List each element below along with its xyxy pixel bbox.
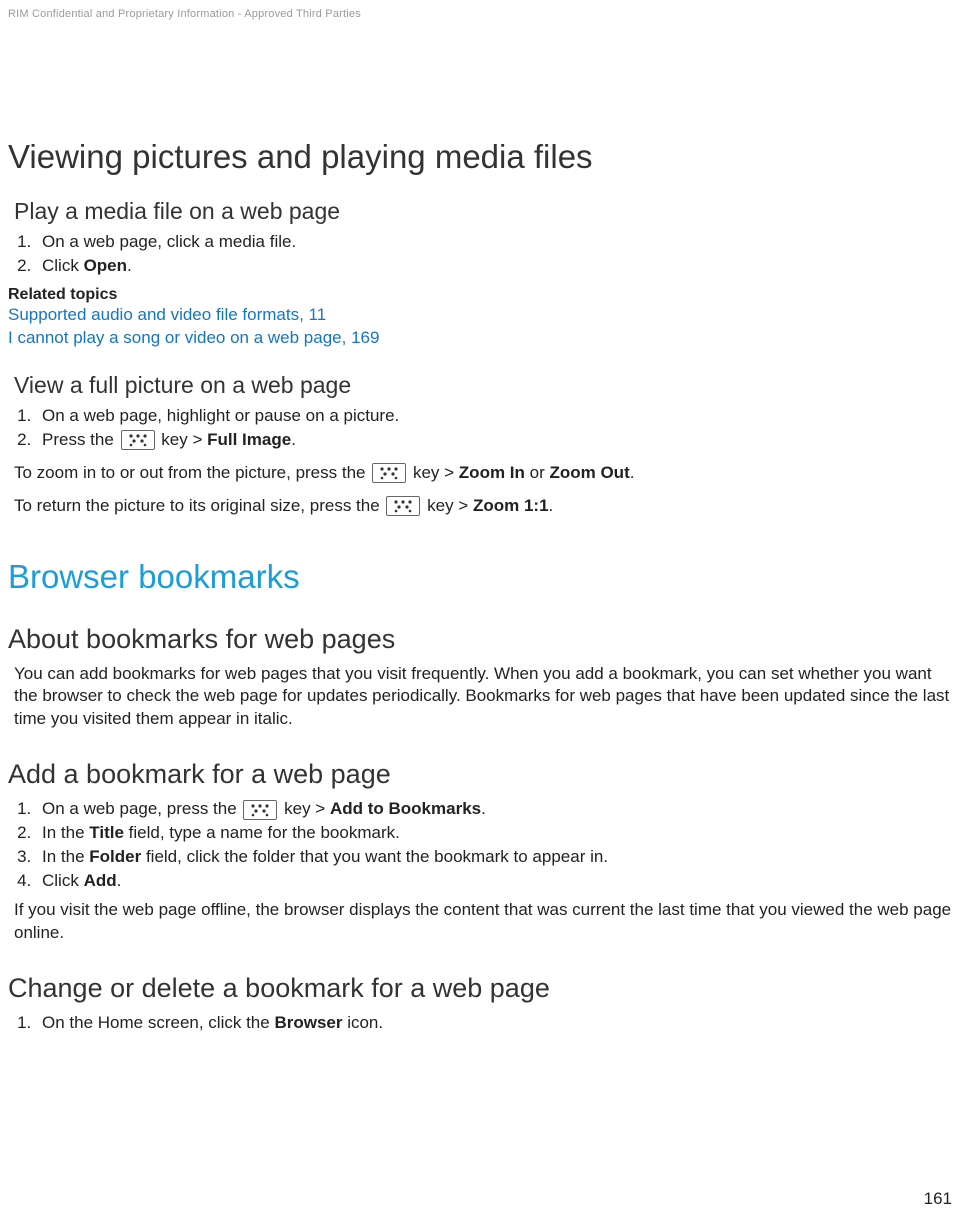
bold-text: Full Image	[207, 430, 291, 449]
change-bookmark-steps: On the Home screen, click the Browser ic…	[8, 1012, 958, 1035]
heading-viewing-pictures: Viewing pictures and playing media files	[8, 138, 958, 176]
list-item: Click Add.	[36, 870, 958, 893]
link-supported-formats[interactable]: Supported audio and video file formats, …	[8, 304, 958, 327]
heading-about-bookmarks: About bookmarks for web pages	[8, 624, 958, 655]
link-cannot-play[interactable]: I cannot play a song or video on a web p…	[8, 327, 958, 350]
text: To return the picture to its original si…	[14, 496, 384, 515]
confidential-header: RIM Confidential and Proprietary Informa…	[8, 8, 958, 20]
related-topics-heading: Related topics	[8, 286, 958, 304]
text: On a web page, press the	[42, 799, 241, 818]
heading-browser-bookmarks: Browser bookmarks	[8, 558, 958, 596]
list-item: On a web page, highlight or pause on a p…	[36, 405, 958, 428]
play-media-steps: On a web page, click a media file. Click…	[8, 231, 958, 278]
text: field, click the folder that you want th…	[141, 847, 608, 866]
bold-text: Title	[89, 823, 124, 842]
list-item: In the Title field, type a name for the …	[36, 822, 958, 845]
heading-play-media: Play a media file on a web page	[8, 198, 958, 225]
list-item: On the Home screen, click the Browser ic…	[36, 1012, 958, 1035]
text: key >	[157, 430, 208, 449]
bold-text: Browser	[274, 1013, 342, 1032]
text: In the	[42, 847, 89, 866]
bold-text: Folder	[89, 847, 141, 866]
list-item: In the Folder field, click the folder th…	[36, 846, 958, 869]
text: key >	[422, 496, 473, 515]
text: .	[127, 256, 132, 275]
bold-text: Add	[84, 871, 117, 890]
bold-text: Add to Bookmarks	[330, 799, 481, 818]
add-bookmark-steps: On a web page, press the key > Add to Bo…	[8, 798, 958, 893]
menu-key-icon	[243, 800, 277, 820]
bold-text: Open	[84, 256, 127, 275]
text: field, type a name for the bookmark.	[124, 823, 400, 842]
bold-text: Zoom 1:1	[473, 496, 549, 515]
menu-key-icon	[386, 496, 420, 516]
text: In the	[42, 823, 89, 842]
bold-text: Zoom In	[459, 463, 525, 482]
heading-add-bookmark: Add a bookmark for a web page	[8, 759, 958, 790]
text: .	[117, 871, 122, 890]
text: Click	[42, 256, 84, 275]
heading-view-full-picture: View a full picture on a web page	[8, 372, 958, 399]
list-item: On a web page, press the key > Add to Bo…	[36, 798, 958, 821]
bold-text: Zoom Out	[549, 463, 629, 482]
text: .	[549, 496, 554, 515]
view-picture-steps: On a web page, highlight or pause on a p…	[8, 405, 958, 452]
text: On the Home screen, click the	[42, 1013, 274, 1032]
list-item: Press the key > Full Image.	[36, 429, 958, 452]
zoom-instruction: To zoom in to or out from the picture, p…	[14, 462, 958, 485]
text: .	[630, 463, 635, 482]
text: key >	[279, 799, 330, 818]
text: or	[525, 463, 550, 482]
menu-key-icon	[372, 463, 406, 483]
text: Click	[42, 871, 84, 890]
page-number: 161	[924, 1189, 952, 1209]
text: .	[291, 430, 296, 449]
heading-change-delete-bookmark: Change or delete a bookmark for a web pa…	[8, 973, 958, 1004]
text: Press the	[42, 430, 119, 449]
about-bookmarks-body: You can add bookmarks for web pages that…	[14, 663, 958, 732]
text: To zoom in to or out from the picture, p…	[14, 463, 370, 482]
list-item: On a web page, click a media file.	[36, 231, 958, 254]
return-size-instruction: To return the picture to its original si…	[14, 495, 958, 518]
text: icon.	[342, 1013, 383, 1032]
text: key >	[408, 463, 459, 482]
list-item: Click Open.	[36, 255, 958, 278]
menu-key-icon	[121, 430, 155, 450]
offline-note: If you visit the web page offline, the b…	[14, 899, 958, 945]
text: .	[481, 799, 486, 818]
